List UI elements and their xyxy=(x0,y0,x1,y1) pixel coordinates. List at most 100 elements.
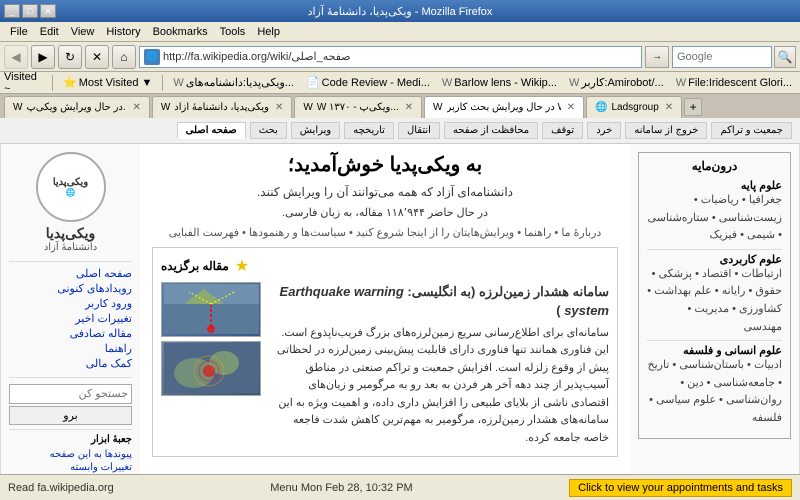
section-0-items: جغرافیا • ریاضیات • زیست‌شناسی • ستاره‌ش… xyxy=(647,192,782,245)
bookmark-4[interactable]: W کاربر:Amirobot/... xyxy=(565,75,668,90)
bookmark-3-icon: W xyxy=(442,77,452,89)
home-button[interactable]: ⌂ xyxy=(112,45,136,69)
wiki-tab-edit[interactable]: ویرایش xyxy=(291,122,340,139)
menu-view[interactable]: View xyxy=(65,24,101,40)
tab-4-label: Ladsgroup xyxy=(612,102,659,113)
maximize-button[interactable]: □ xyxy=(22,4,38,18)
sidebar-link-random[interactable]: مقاله تصادفی xyxy=(9,326,132,341)
wiki-right-sidebar: ویکی‌پدیا 🌐 ویکی‌پدیا دانشنامهٔ آزاد صفح… xyxy=(0,144,140,474)
search-button[interactable]: 🔍 xyxy=(774,46,796,68)
sidebar-divider-3 xyxy=(9,429,132,430)
sidebar-divider-2 xyxy=(9,377,132,378)
address-value: http://fa.wikipedia.org/wiki/‎صفحه_اصلی‎ xyxy=(163,50,351,63)
titlebar: _ □ ✕ ویکی‌پدیا، دانشنامهٔ آزاد - Mozill… xyxy=(0,0,800,22)
section-2-title: علوم انسانی و فلسفه xyxy=(647,344,782,357)
tab-3-close[interactable]: ✕ xyxy=(567,102,575,113)
reload-button[interactable]: ↻ xyxy=(58,45,82,69)
menu-tools[interactable]: Tools xyxy=(214,24,252,40)
wiki-tab-stop[interactable]: توقف xyxy=(542,122,583,139)
tab-0-favicon: W xyxy=(13,102,22,113)
welcome-title: به ویکی‌پدیا خوش‌آمدید؛ xyxy=(152,152,618,177)
go-button[interactable]: → xyxy=(645,46,669,68)
welcome-links: دربارهٔ ما • راهنما • ویرایش‌هایتان را ا… xyxy=(152,226,618,239)
sidebar-link-home[interactable]: صفحه اصلی xyxy=(9,266,132,281)
featured-article-title: سامانه هشدار زمین‌لرزه (به انگلیسی: Eart… xyxy=(269,282,609,321)
featured-article-content: سامانه هشدار زمین‌لرزه (به انگلیسی: Eart… xyxy=(161,282,609,448)
toolbox-link-1[interactable]: پیوندها به این صفحه xyxy=(9,448,132,461)
bookmark-3[interactable]: W Barlow lens - Wikip... xyxy=(438,76,561,90)
wiki-center-content: به ویکی‌پدیا خوش‌آمدید؛ دانشنامه‌ای آزاد… xyxy=(140,144,630,474)
wiki-tab-extra3[interactable]: خرد xyxy=(587,122,621,139)
tab-4[interactable]: 🌐 Ladsgroup ✕ xyxy=(586,96,682,118)
wiki-search-button[interactable]: برو xyxy=(9,406,132,425)
wiki-tab-extra1[interactable]: جمعیت و تراکم xyxy=(711,122,792,139)
tab-1-close[interactable]: ✕ xyxy=(275,102,283,113)
sidebar-link-login[interactable]: ورود کاربر xyxy=(9,296,132,311)
search-container: 🔍 xyxy=(672,46,796,68)
new-tab-button[interactable]: + xyxy=(684,98,702,116)
bookmark-most-visited[interactable]: ⭐ Most Visited ▼ xyxy=(59,75,156,90)
featured-article-header: ★ مقاله برگزیده xyxy=(161,256,609,276)
tab-2-favicon: W xyxy=(303,102,312,113)
wiki-tab-history[interactable]: تاریخچه xyxy=(344,122,394,139)
tab-2-label: W ۱۳۷۰ - ویکی‌پ... xyxy=(317,102,399,113)
minimize-button[interactable]: _ xyxy=(4,4,20,18)
sidebar-link-help[interactable]: راهنما xyxy=(9,341,132,356)
bookmark-5[interactable]: W File:Iridescent Glori... xyxy=(672,76,796,90)
wiki-name: ویکی‌پدیا xyxy=(9,225,132,242)
most-visited-icon: ⭐ xyxy=(63,76,77,89)
bookmark-2[interactable]: 📄 Code Review - Medi... xyxy=(302,75,434,90)
wiki-search-input[interactable] xyxy=(9,384,132,404)
menu-help[interactable]: Help xyxy=(251,24,286,40)
wiki-tab-extra2[interactable]: خروج از سامانه xyxy=(625,122,707,139)
tab-1-label: ویکی‌پدیا، دانشنامهٔ آزاد xyxy=(174,102,269,113)
contents-section-1: علوم کاربردی ارتباطات • اقتصاد • پزشکی •… xyxy=(647,253,782,336)
featured-header-title: مقاله برگزیده xyxy=(161,259,229,273)
close-button[interactable]: ✕ xyxy=(40,4,56,18)
back-button[interactable]: ◀ xyxy=(4,45,28,69)
bookmark-separator-2 xyxy=(162,75,163,91)
earthquake-image-2 xyxy=(161,341,261,396)
tab-3[interactable]: W در حال ویرایش بحث کاربر W ✕ xyxy=(424,96,584,118)
menu-edit[interactable]: Edit xyxy=(34,24,65,40)
contents-sep-2 xyxy=(647,340,782,341)
sidebar-divider-1 xyxy=(9,261,132,262)
tab-0[interactable]: W در حال ویرایش ویکی‌پ... ✕ xyxy=(4,96,150,118)
wiki-tab-move[interactable]: انتقال xyxy=(398,122,440,139)
featured-article-box: ★ مقاله برگزیده سامانه هشدار زمین‌لرزه (… xyxy=(152,247,618,457)
sidebar-link-events[interactable]: رویدادهای کنونی xyxy=(9,281,132,296)
tab-4-close[interactable]: ✕ xyxy=(665,102,673,113)
sidebar-link-donate[interactable]: کمک مالی xyxy=(9,356,132,371)
address-bar[interactable]: 🌐 http://fa.wikipedia.org/wiki/‎صفحه_اصل… xyxy=(139,46,642,68)
bookmark-1[interactable]: W ویکی‌پدیا:دانشنامه‌های... xyxy=(169,75,298,90)
contents-section-2: علوم انسانی و فلسفه ادبیات • باستان‌شناس… xyxy=(647,344,782,427)
wiki-tab-main[interactable]: صفحه اصلی xyxy=(177,122,246,139)
wiki-tab-discuss[interactable]: بحث xyxy=(250,122,287,139)
tab-3-favicon: W xyxy=(433,102,442,113)
page-icon: 🌐 xyxy=(144,49,160,65)
bookmark-separator-1 xyxy=(52,75,53,91)
statusbar-notification[interactable]: Click to view your appointments and task… xyxy=(569,479,792,497)
tab-2[interactable]: W W ۱۳۷۰ - ویکی‌پ... ✕ xyxy=(294,96,422,118)
search-input[interactable] xyxy=(672,46,772,68)
page-content: جمعیت و تراکم خروج از سامانه خرد توقف مح… xyxy=(0,118,800,474)
address-bar-container: 🌐 http://fa.wikipedia.org/wiki/‎صفحه_اصل… xyxy=(139,46,669,68)
toolbox-title: جعبهٔ ابزار xyxy=(9,434,132,445)
forward-button[interactable]: ▶ xyxy=(31,45,55,69)
tab-2-close[interactable]: ✕ xyxy=(405,102,413,113)
contents-sep-1 xyxy=(647,249,782,250)
navigation-toolbar: ◀ ▶ ↻ ✕ ⌂ 🌐 http://fa.wikipedia.org/wiki… xyxy=(0,42,800,72)
menu-file[interactable]: File xyxy=(4,24,34,40)
sidebar-link-changes[interactable]: تغییرات اخیر xyxy=(9,311,132,326)
menu-bookmarks[interactable]: Bookmarks xyxy=(147,24,214,40)
welcome-desc1: دانشنامه‌ای آزاد که همه می‌توانند آن را … xyxy=(152,183,618,201)
toolbox-link-2[interactable]: تغییرات وابسته xyxy=(9,461,132,474)
wiki-logo: ویکی‌پدیا 🌐 xyxy=(36,152,106,222)
menu-history[interactable]: History xyxy=(100,24,146,40)
tab-1[interactable]: W ویکی‌پدیا، دانشنامهٔ آزاد ✕ xyxy=(152,96,293,118)
wiki-tab-protect[interactable]: محافظت از صفحه xyxy=(444,122,538,139)
earthquake-image-1 xyxy=(161,282,261,337)
tab-0-close[interactable]: ✕ xyxy=(132,102,140,113)
sidebar-main-nav: صفحه اصلی رویدادهای کنونی ورود کاربر تغی… xyxy=(9,266,132,371)
stop-button[interactable]: ✕ xyxy=(85,45,109,69)
